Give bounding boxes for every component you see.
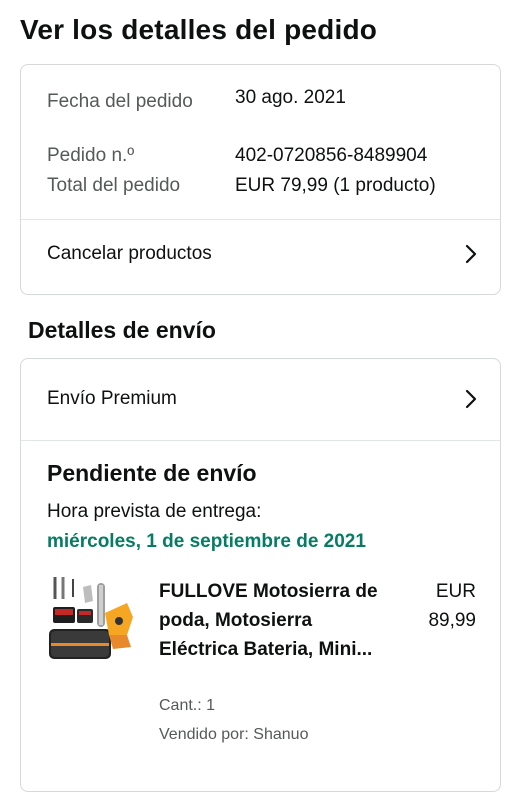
cancel-products-link[interactable]: Cancelar productos xyxy=(21,220,500,288)
shipping-section-title: Detalles de envío xyxy=(28,317,216,343)
divider xyxy=(21,440,500,441)
order-total-value: EUR 79,99 (1 producto) xyxy=(235,175,436,196)
order-number-label: Pedido n.º xyxy=(47,145,135,166)
shipment-status-title: Pendiente de envío xyxy=(47,460,257,486)
product-seller: Vendido por: Shanuo xyxy=(159,726,309,743)
product-price: EUR 89,99 xyxy=(428,581,476,631)
order-summary-card: Fecha del pedido 30 ago. 2021 Pedido n.º… xyxy=(20,64,501,295)
cancel-products-label: Cancelar productos xyxy=(47,243,212,264)
premium-shipping-label: Envío Premium xyxy=(47,388,177,409)
order-total-label: Total del pedido xyxy=(47,175,181,196)
product-thumbnail[interactable] xyxy=(47,573,137,665)
order-date-value: 30 ago. 2021 xyxy=(235,87,346,108)
product-name-link[interactable]: FULLOVE Motosierra de poda, Motosierra E… xyxy=(159,577,389,664)
delivery-estimate-date: miércoles, 1 de septiembre de 2021 xyxy=(47,531,366,552)
order-number-value: 402-0720856-8489904 xyxy=(235,145,428,166)
order-date-label: Fecha del pedido xyxy=(47,91,193,112)
page-title: Ver los detalles del pedido xyxy=(20,14,378,45)
delivery-estimate-label: Hora prevista de entrega: xyxy=(47,501,262,522)
premium-shipping-link[interactable]: Envío Premium xyxy=(21,365,500,433)
shipping-card: Envío Premium Pendiente de envío Hora pr… xyxy=(20,358,501,792)
product-quantity: Cant.: 1 xyxy=(159,697,216,714)
chevron-right-icon xyxy=(465,244,477,264)
chevron-right-icon xyxy=(465,389,477,409)
